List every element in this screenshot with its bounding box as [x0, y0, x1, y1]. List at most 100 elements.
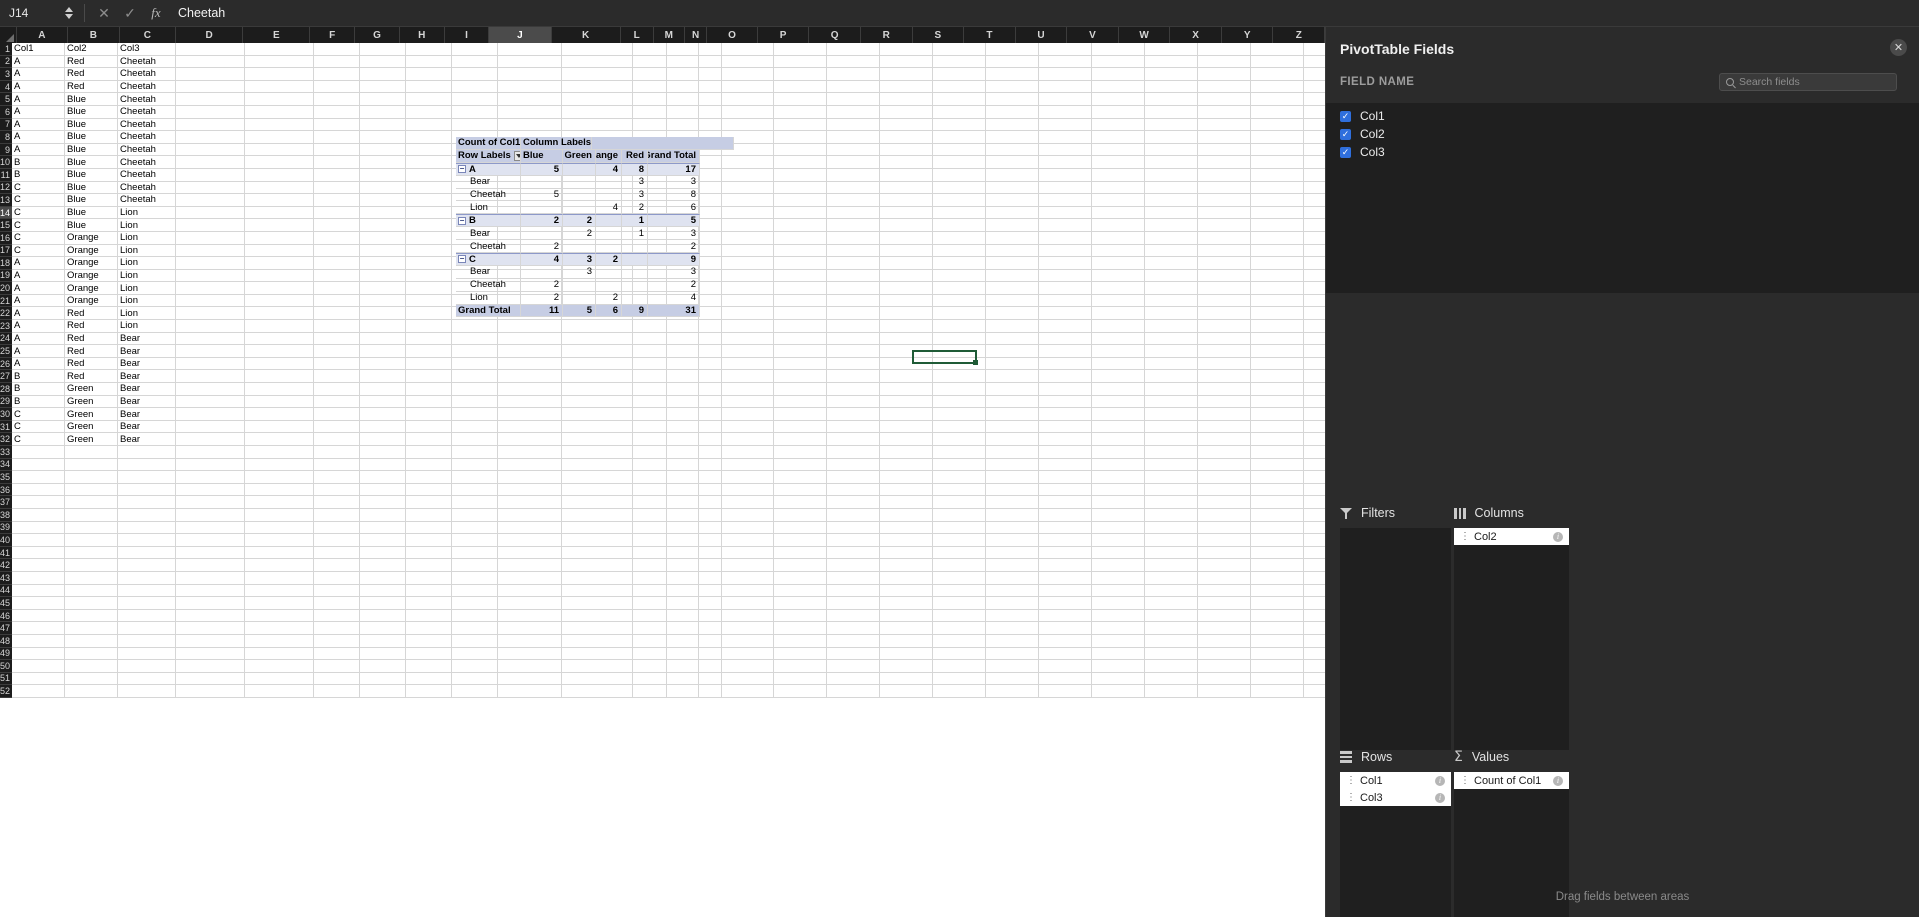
cell-L34[interactable]	[633, 458, 668, 472]
cell-V26[interactable]	[1092, 357, 1146, 371]
cell-F41[interactable]	[314, 546, 361, 560]
cell-K42[interactable]	[562, 559, 634, 572]
cell-E20[interactable]	[245, 282, 315, 295]
cell-W23[interactable]	[1145, 320, 1199, 333]
drag-handle-icon[interactable]: ⋮	[1460, 775, 1470, 786]
cell-E26[interactable]	[245, 357, 315, 371]
cell-E25[interactable]	[245, 345, 315, 358]
cell-H25[interactable]	[406, 345, 453, 358]
cell-X46[interactable]	[1198, 609, 1252, 623]
cell-O25[interactable]	[722, 345, 775, 358]
cell-T5[interactable]	[986, 93, 1040, 106]
grand-total-cell[interactable]: 5	[563, 304, 596, 318]
row-header-4[interactable]: 4	[0, 80, 13, 94]
cell-W3[interactable]	[1145, 68, 1199, 81]
row-header-30[interactable]: 30	[0, 408, 13, 421]
cell-D44[interactable]	[176, 584, 246, 598]
cell-B20[interactable]: Orange	[65, 282, 119, 295]
row-header-47[interactable]: 47	[0, 622, 13, 635]
cell-I36[interactable]	[452, 483, 499, 497]
cell-R37[interactable]	[880, 496, 934, 509]
pivot-value-cell[interactable]	[563, 291, 596, 305]
cell-Y34[interactable]	[1251, 458, 1305, 472]
cell-U5[interactable]	[1039, 93, 1093, 106]
cell-C48[interactable]	[118, 634, 177, 648]
cell-F40[interactable]	[314, 534, 361, 547]
cell-V43[interactable]	[1092, 571, 1146, 585]
cell-Y13[interactable]	[1251, 194, 1305, 207]
cell-M7[interactable]	[667, 118, 700, 132]
cell-M27[interactable]	[667, 370, 700, 384]
cell-O41[interactable]	[722, 546, 775, 560]
cell-C43[interactable]	[118, 571, 177, 585]
cell-Y52[interactable]	[1251, 685, 1305, 698]
cell-J31[interactable]	[498, 420, 563, 434]
cell-J51[interactable]	[498, 672, 563, 686]
cell-Q49[interactable]	[827, 647, 881, 661]
cell-K1[interactable]	[562, 43, 634, 56]
cell-B38[interactable]	[65, 508, 119, 522]
cell-Z45[interactable]	[1304, 597, 1325, 610]
cell-O3[interactable]	[722, 68, 775, 81]
cell-M45[interactable]	[667, 597, 700, 610]
row-header-32[interactable]: 32	[0, 433, 13, 446]
cell-K45[interactable]	[562, 597, 634, 610]
cell-K49[interactable]	[562, 647, 634, 661]
cell-A47[interactable]	[12, 622, 66, 635]
row-header-8[interactable]: 8	[0, 131, 13, 144]
cell-Q25[interactable]	[827, 345, 881, 358]
cell-S52[interactable]	[933, 685, 987, 698]
cell-U6[interactable]	[1039, 105, 1093, 119]
cell-P11[interactable]	[774, 168, 828, 182]
cell-L31[interactable]	[633, 420, 668, 434]
cell-G24[interactable]	[360, 332, 407, 346]
cell-Z50[interactable]	[1304, 660, 1325, 673]
cell-Q18[interactable]	[827, 257, 881, 270]
cell-U12[interactable]	[1039, 181, 1093, 195]
cell-R48[interactable]	[880, 634, 934, 648]
cell-W33[interactable]	[1145, 446, 1199, 459]
cell-T8[interactable]	[986, 131, 1040, 144]
cell-R12[interactable]	[880, 181, 934, 195]
cell-X48[interactable]	[1198, 634, 1252, 648]
cell-F30[interactable]	[314, 408, 361, 421]
cell-L1[interactable]	[633, 43, 668, 56]
cell-T25[interactable]	[986, 345, 1040, 358]
cell-I40[interactable]	[452, 534, 499, 547]
cell-W22[interactable]	[1145, 307, 1199, 321]
pivot-row-label-cheetah[interactable]: Cheetah	[456, 240, 521, 254]
cell-Q37[interactable]	[827, 496, 881, 509]
cell-N25[interactable]	[699, 345, 723, 358]
cell-P6[interactable]	[774, 105, 828, 119]
checkbox-col1[interactable]: ✓	[1340, 110, 1351, 122]
cell-X41[interactable]	[1198, 546, 1252, 560]
cell-H14[interactable]	[406, 206, 453, 220]
cell-V3[interactable]	[1092, 68, 1146, 81]
cell-J4[interactable]	[498, 80, 563, 94]
cell-K35[interactable]	[562, 471, 634, 484]
pivot-row-total[interactable]: 5	[648, 214, 700, 228]
cell-H15[interactable]	[406, 219, 453, 232]
cell-Z21[interactable]	[1304, 295, 1325, 308]
cell-J1[interactable]	[498, 43, 563, 56]
cell-K2[interactable]	[562, 55, 634, 69]
cell-N36[interactable]	[699, 483, 723, 497]
cell-E29[interactable]	[245, 395, 315, 409]
cell-U49[interactable]	[1039, 647, 1093, 661]
cell-Q2[interactable]	[827, 55, 881, 69]
cell-T48[interactable]	[986, 634, 1040, 648]
cell-B39[interactable]	[65, 521, 119, 535]
pivot-row-total[interactable]: 8	[648, 188, 700, 202]
cell-Y31[interactable]	[1251, 420, 1305, 434]
info-icon[interactable]: i	[1553, 531, 1563, 542]
cell-F25[interactable]	[314, 345, 361, 358]
cell-V1[interactable]	[1092, 43, 1146, 56]
cell-F49[interactable]	[314, 647, 361, 661]
cell-X42[interactable]	[1198, 559, 1252, 572]
pivot-value-cell[interactable]	[596, 227, 622, 241]
row-header-3[interactable]: 3	[0, 68, 13, 81]
cell-Z12[interactable]	[1304, 182, 1325, 195]
cell-U34[interactable]	[1039, 458, 1093, 472]
cell-H46[interactable]	[406, 609, 453, 623]
cell-O5[interactable]	[722, 93, 775, 106]
